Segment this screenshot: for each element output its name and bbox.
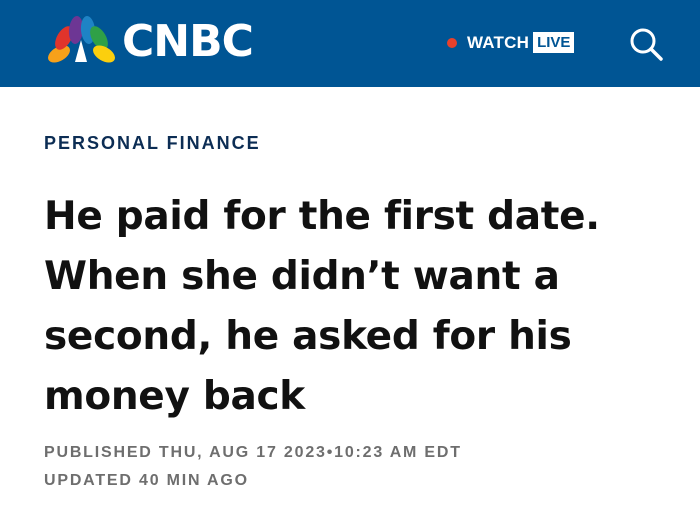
watch-label: WATCH <box>467 32 530 52</box>
updated-timestamp: UPDATED 40 MIN AGO <box>44 472 249 489</box>
watch-live-button[interactable]: WATCH LIVE <box>447 32 575 53</box>
live-badge: LIVE <box>533 32 575 53</box>
peacock-logo-icon <box>48 16 115 63</box>
cnbc-logo[interactable]: CNBC <box>46 16 254 68</box>
brand-name: CNBC <box>122 16 254 67</box>
section-label[interactable]: PERSONAL FINANCE <box>44 133 261 154</box>
site-header: CNBC WATCH LIVE <box>0 0 700 87</box>
search-icon[interactable] <box>627 25 667 65</box>
published-timestamp: PUBLISHED THU, AUG 17 2023•10:23 AM EDT <box>44 444 462 461</box>
headline: He paid for the first date. When she did… <box>44 194 600 419</box>
live-dot-icon <box>447 37 457 48</box>
